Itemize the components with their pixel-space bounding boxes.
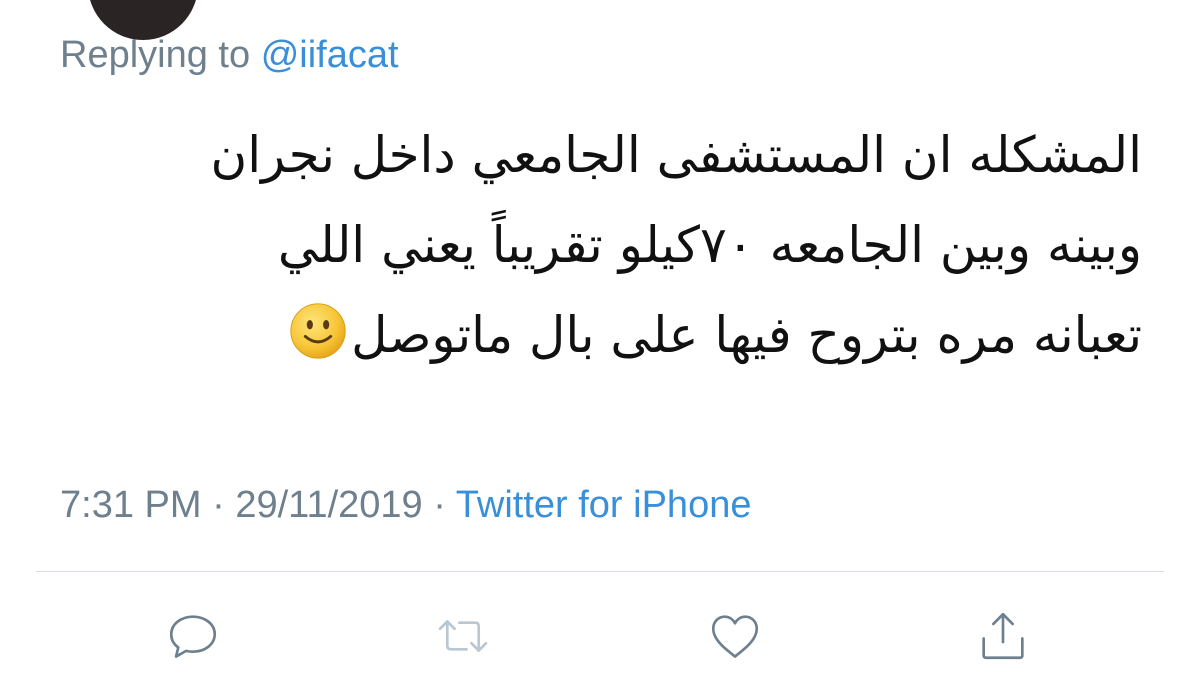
speech-bubble-icon [169,615,217,658]
retweet-icon [438,620,488,652]
tweet-text: المشكله ان المستشفى الجامعي داخل نجران و… [52,110,1142,380]
replying-to-label: Replying to [60,34,251,76]
tweet-time: 7:31 PM [60,484,202,526]
tweet-source-link[interactable]: Twitter for iPhone [456,484,752,526]
meta-separator: · [212,484,225,526]
tweet-line: تعبانه مره بتروح فيها على بال ماتوصل [52,290,1142,380]
tweet-line-text: تعبانه مره بتروح فيها على بال ماتوصل [351,306,1142,364]
like-button[interactable] [703,604,767,668]
divider [36,571,1164,572]
share-icon [982,612,1024,660]
replying-to: Replying to @iifacat [60,34,399,77]
retweet-button[interactable] [431,604,495,668]
tweet-date: 29/11/2019 [235,484,423,526]
tweet-line: وبينه وبين الجامعه ٧٠كيلو تقريباً يعني ا… [277,216,1142,274]
tweet-line: المشكله ان المستشفى الجامعي داخل نجران [210,126,1142,184]
heart-icon [711,615,759,658]
reply-handle-link[interactable]: @iifacat [261,34,399,76]
tweet-actions [0,604,1200,668]
share-button[interactable] [971,604,1035,668]
tweet-meta: 7:31 PM · 29/11/2019 · Twitter for iPhon… [60,484,751,527]
slightly-smiling-face-icon [290,303,346,359]
reply-button[interactable] [161,604,225,668]
meta-separator: · [433,484,446,526]
